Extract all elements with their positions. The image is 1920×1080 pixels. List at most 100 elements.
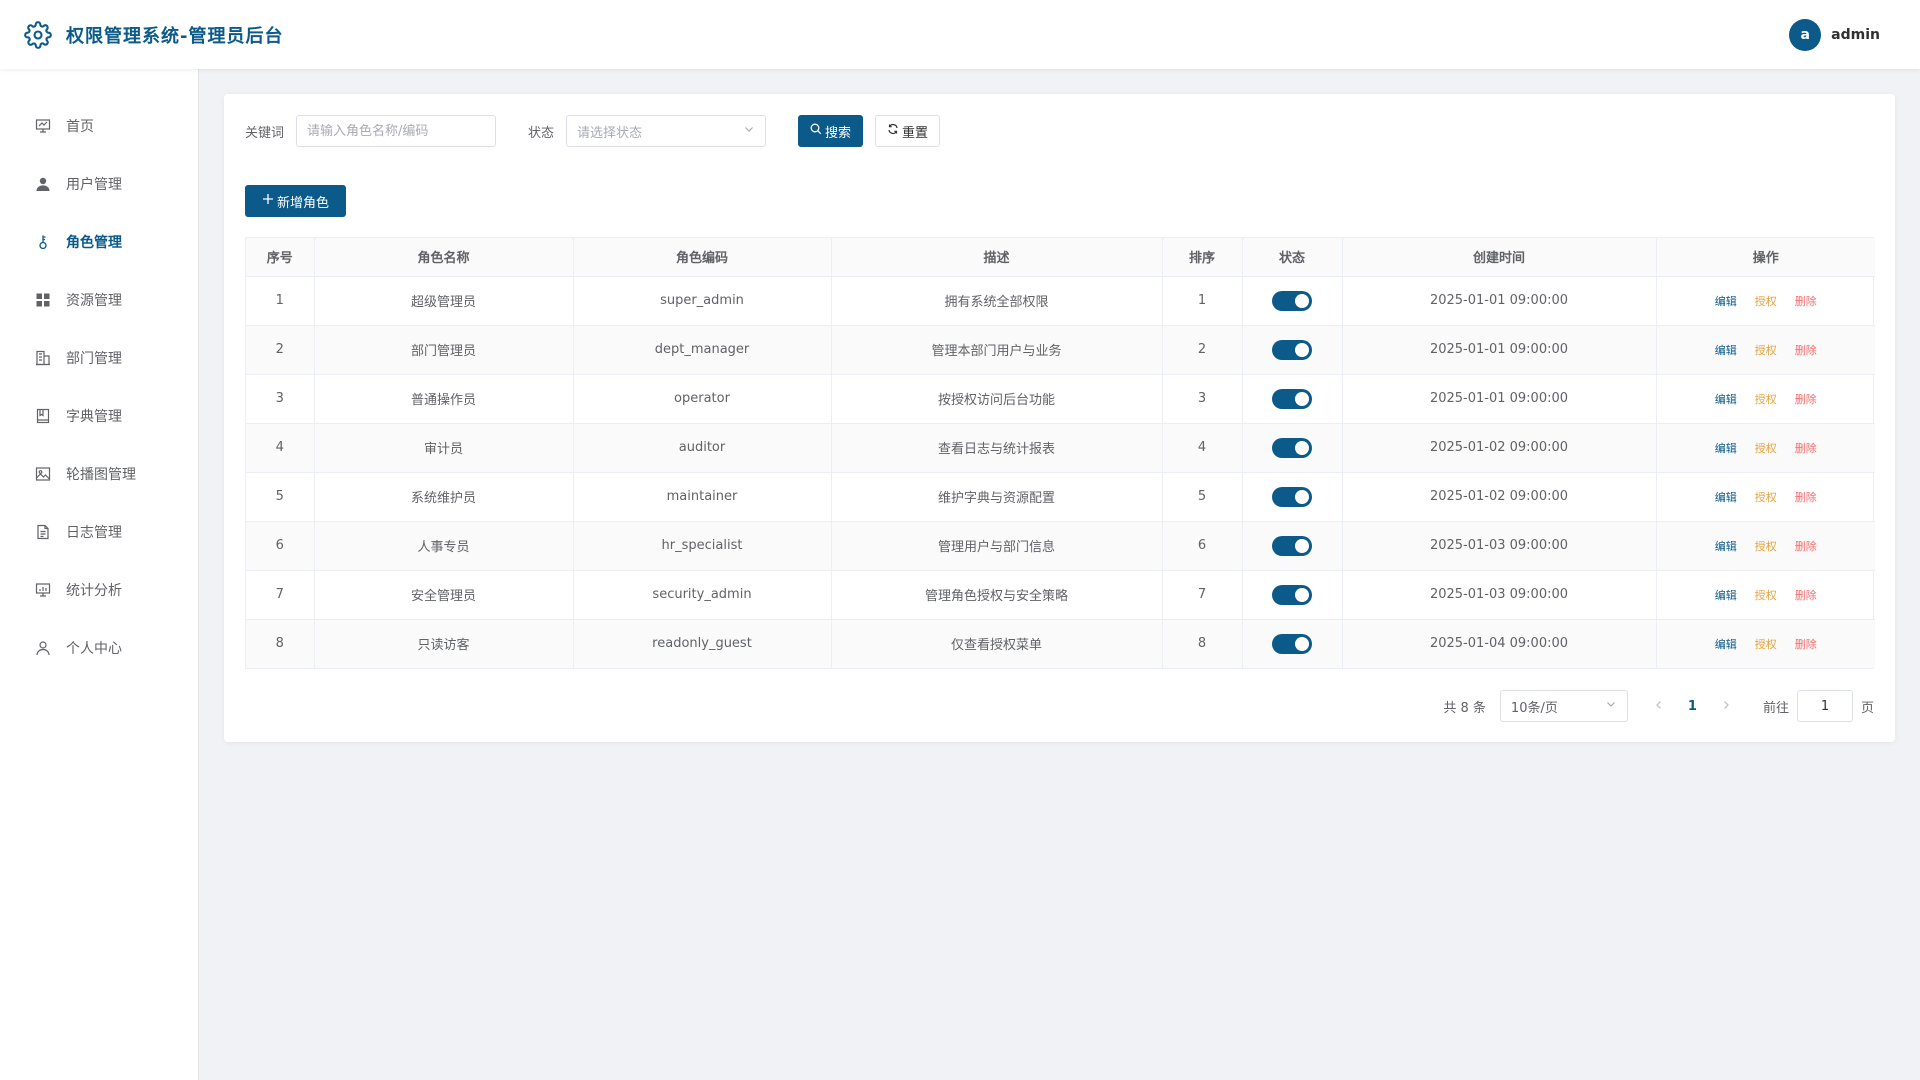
row-index: 1 <box>246 276 315 326</box>
delete-link[interactable]: 删除 <box>1795 344 1817 357</box>
sidebar-item-departments[interactable]: 部门管理 <box>0 329 198 387</box>
sidebar-item-resources[interactable]: 资源管理 <box>0 271 198 329</box>
role-description: 管理角色授权与安全策略 <box>831 570 1163 620</box>
next-page-button[interactable] <box>1721 699 1731 714</box>
status-toggle[interactable] <box>1272 437 1312 458</box>
created-time: 2025-01-04 09:00:00 <box>1342 619 1657 668</box>
edit-link[interactable]: 编辑 <box>1715 393 1737 406</box>
column-header: 序号 <box>246 238 315 277</box>
delete-link[interactable]: 删除 <box>1795 491 1817 504</box>
delete-link[interactable]: 删除 <box>1795 393 1817 406</box>
sidebar-item-users[interactable]: 用户管理 <box>0 155 198 213</box>
grid-icon <box>35 292 51 308</box>
gear-icon <box>24 20 52 49</box>
role-name: 人事专员 <box>314 521 574 571</box>
page-size-select[interactable]: 10条/页 <box>1499 690 1628 722</box>
image-icon <box>35 466 51 482</box>
status-toggle[interactable] <box>1272 584 1312 605</box>
edit-link[interactable]: 编辑 <box>1715 442 1737 455</box>
presentation-board-icon <box>35 118 51 134</box>
sidebar-item-label: 轮播图管理 <box>66 467 136 483</box>
keyword-input[interactable] <box>296 115 497 147</box>
status-cell <box>1242 276 1343 326</box>
delete-link[interactable]: 删除 <box>1795 638 1817 651</box>
user-menu[interactable]: a admin <box>1789 18 1880 51</box>
edit-link[interactable]: 编辑 <box>1715 540 1737 553</box>
goto-page-input[interactable] <box>1796 690 1853 722</box>
prev-page-button[interactable] <box>1654 699 1664 714</box>
status-toggle[interactable] <box>1272 339 1312 360</box>
role-management-card: 关键词 状态 请选择状态 搜索 重置 新增角色 <box>224 94 1895 742</box>
sidebar-item-label: 日志管理 <box>66 525 122 541</box>
role-code: readonly_guest <box>573 619 832 668</box>
row-index: 5 <box>246 472 315 522</box>
authorize-link[interactable]: 授权 <box>1755 442 1777 455</box>
actions-cell: 编辑 授权 删除 <box>1656 276 1875 326</box>
chevron-down-icon <box>1605 698 1617 714</box>
role-name: 安全管理员 <box>314 570 574 620</box>
delete-link[interactable]: 删除 <box>1795 589 1817 602</box>
delete-link[interactable]: 删除 <box>1795 540 1817 553</box>
avatar[interactable]: a <box>1789 18 1822 51</box>
sidebar-item-statistics[interactable]: 统计分析 <box>0 561 198 619</box>
status-select[interactable]: 请选择状态 <box>566 115 767 147</box>
actions-cell: 编辑 授权 删除 <box>1656 325 1875 375</box>
authorize-link[interactable]: 授权 <box>1755 491 1777 504</box>
sidebar-item-profile[interactable]: 个人中心 <box>0 619 198 677</box>
sidebar-item-logs[interactable]: 日志管理 <box>0 503 198 561</box>
table-row: 5 系统维护员 maintainer 维护字典与资源配置 5 2025-01-0… <box>246 472 1875 522</box>
authorize-link[interactable]: 授权 <box>1755 638 1777 651</box>
username[interactable]: admin <box>1831 27 1880 43</box>
brand: 权限管理系统-管理员后台 <box>24 20 284 49</box>
edit-link[interactable]: 编辑 <box>1715 491 1737 504</box>
authorize-link[interactable]: 授权 <box>1755 393 1777 406</box>
search-button[interactable]: 搜索 <box>798 115 864 147</box>
edit-link[interactable]: 编辑 <box>1715 589 1737 602</box>
table-row: 8 只读访客 readonly_guest 仅查看授权菜单 8 2025-01-… <box>246 619 1875 668</box>
status-toggle[interactable] <box>1272 388 1312 409</box>
table-row: 2 部门管理员 dept_manager 管理本部门用户与业务 2 2025-0… <box>246 325 1875 375</box>
status-cell <box>1242 521 1343 571</box>
top-header: 权限管理系统-管理员后台 a admin <box>0 0 1920 69</box>
authorize-link[interactable]: 授权 <box>1755 295 1777 308</box>
page-number-current[interactable]: 1 <box>1688 699 1697 714</box>
add-role-button[interactable]: 新增角色 <box>245 185 347 217</box>
authorize-link[interactable]: 授权 <box>1755 540 1777 553</box>
actions-cell: 编辑 授权 删除 <box>1656 570 1875 620</box>
created-time: 2025-01-03 09:00:00 <box>1342 570 1657 620</box>
role-description: 管理用户与部门信息 <box>831 521 1163 571</box>
row-index: 3 <box>246 374 315 424</box>
column-header: 角色编码 <box>573 238 832 277</box>
delete-link[interactable]: 删除 <box>1795 295 1817 308</box>
sidebar-item-dictionary[interactable]: 字典管理 <box>0 387 198 445</box>
reset-button[interactable]: 重置 <box>875 115 941 147</box>
app-title: 权限管理系统-管理员后台 <box>66 25 284 47</box>
role-name: 系统维护员 <box>314 472 574 522</box>
actions-cell: 编辑 授权 删除 <box>1656 374 1875 424</box>
edit-link[interactable]: 编辑 <box>1715 295 1737 308</box>
status-toggle[interactable] <box>1272 486 1312 507</box>
status-toggle[interactable] <box>1272 535 1312 556</box>
authorize-link[interactable]: 授权 <box>1755 589 1777 602</box>
status-toggle[interactable] <box>1272 633 1312 654</box>
role-sort: 5 <box>1162 472 1243 522</box>
add-role-button-label: 新增角色 <box>277 195 330 211</box>
column-header: 角色名称 <box>314 238 574 277</box>
row-index: 7 <box>246 570 315 620</box>
role-description: 按授权访问后台功能 <box>831 374 1163 424</box>
edit-link[interactable]: 编辑 <box>1715 344 1737 357</box>
sidebar-item-carousel[interactable]: 轮播图管理 <box>0 445 198 503</box>
chevron-down-icon <box>743 123 755 139</box>
status-cell <box>1242 374 1343 424</box>
delete-link[interactable]: 删除 <box>1795 442 1817 455</box>
sidebar-item-roles[interactable]: 角色管理 <box>0 213 198 271</box>
sidebar-item-home[interactable]: 首页 <box>0 97 198 155</box>
column-header: 状态 <box>1242 238 1343 277</box>
status-toggle[interactable] <box>1272 290 1312 311</box>
reset-button-label: 重置 <box>902 125 929 141</box>
role-sort: 2 <box>1162 325 1243 375</box>
actions-cell: 编辑 授权 删除 <box>1656 472 1875 522</box>
role-description: 管理本部门用户与业务 <box>831 325 1163 375</box>
authorize-link[interactable]: 授权 <box>1755 344 1777 357</box>
edit-link[interactable]: 编辑 <box>1715 638 1737 651</box>
